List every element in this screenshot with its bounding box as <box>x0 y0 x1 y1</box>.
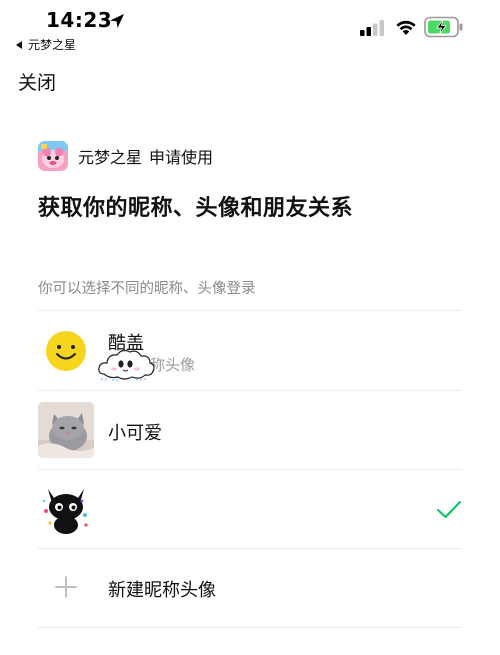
battery-charging-icon <box>424 16 463 38</box>
status-bar: 14:23 元梦之星 <box>0 0 500 56</box>
back-triangle-icon <box>16 40 22 49</box>
back-app-label: 元梦之星 <box>28 38 77 52</box>
account-name: 小可爱 <box>108 423 162 444</box>
divider <box>38 310 462 311</box>
app-name: 元梦之星 <box>78 148 143 167</box>
app-logo-icon <box>38 141 68 171</box>
app-header: 元梦之星 申请使用 <box>38 141 213 171</box>
account-option-black-cat[interactable] <box>38 470 462 548</box>
page-title: 获取你的昵称、头像和朋友关系 <box>38 196 354 221</box>
cellular-signal-icon <box>360 20 384 36</box>
new-profile-label: 新建昵称头像 <box>108 580 216 601</box>
status-time: 14:23 <box>46 8 113 32</box>
account-option-kugai[interactable]: 酷盖 称头像 <box>38 312 462 390</box>
close-button[interactable]: 关闭 <box>18 68 56 95</box>
profile-hint: 你可以选择不同的昵称、头像登录 <box>38 281 256 297</box>
checkmark-icon <box>437 501 461 518</box>
smiley-avatar-icon <box>38 323 94 379</box>
cloud-sticker-icon <box>98 349 155 381</box>
account-option-xiaokeai[interactable]: 小可爱 <box>38 391 462 469</box>
black-cat-avatar-icon <box>38 481 94 537</box>
divider <box>38 627 462 628</box>
app-action-text: 申请使用 <box>149 148 214 167</box>
new-profile-option[interactable]: 新建昵称头像 <box>38 549 462 627</box>
wifi-icon <box>396 20 416 35</box>
plus-icon <box>55 576 77 598</box>
cat-photo-avatar-icon <box>38 402 94 458</box>
location-arrow-icon <box>110 14 124 28</box>
back-to-app-link[interactable]: 元梦之星 <box>14 36 76 53</box>
